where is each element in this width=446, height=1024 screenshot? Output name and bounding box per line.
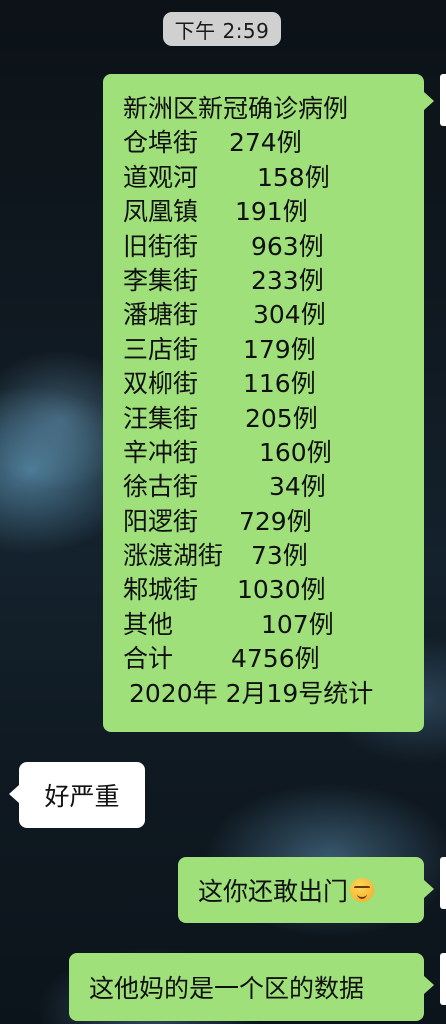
- stats-row: 李集街 233例: [123, 265, 324, 295]
- timestamp-pill: 下午 2:59: [163, 12, 281, 46]
- stats-row: 辛冲街 160例: [123, 437, 332, 467]
- bubble-tail: [424, 976, 434, 994]
- stats-row: 道观河 158例: [123, 162, 330, 192]
- message-text: 这你还敢出门: [198, 877, 349, 906]
- sender-avatar[interactable]: [440, 953, 446, 1005]
- stats-row: 邾城街 1030例: [123, 575, 326, 605]
- stats-row: 凤凰镇 191例: [123, 197, 308, 227]
- timestamp-text: 下午 2:59: [174, 18, 270, 43]
- bubble-tail: [424, 92, 434, 110]
- stats-row: 三店街 179例: [123, 334, 316, 364]
- sender-avatar[interactable]: [440, 857, 446, 909]
- stats-row: 仓埠街 274例: [123, 128, 302, 158]
- stats-row: 旧街街 963例: [123, 231, 324, 261]
- bubble-tail: [424, 880, 434, 898]
- stats-row: 合计 4756例: [123, 644, 320, 674]
- stats-row: 其他 107例: [123, 609, 334, 639]
- stats-row: 涨渡湖街 73例: [123, 541, 308, 571]
- stats-message-bubble[interactable]: 新洲区新冠确诊病例 仓埠街 274例 道观河 158例 凤凰镇 191例 旧街街 963…: [103, 74, 424, 732]
- sent-message-bubble[interactable]: 这你还敢出门: [178, 857, 424, 923]
- sender-avatar[interactable]: [440, 74, 446, 126]
- stats-row: 阳逻街 729例: [123, 506, 312, 536]
- stats-row: 潘塘街 304例: [123, 300, 326, 330]
- message-text: 好严重: [44, 782, 120, 811]
- stats-row: 汪集街 205例: [123, 403, 318, 433]
- message-text: 这他妈的是一个区的数据: [89, 974, 365, 1003]
- bubble-tail: [9, 785, 19, 803]
- smirk-emoji-icon: [350, 878, 375, 902]
- stats-date: 2020年 2月19号统计: [129, 678, 374, 708]
- sent-message-bubble[interactable]: 这他妈的是一个区的数据: [69, 953, 424, 1021]
- stats-row: 徐古街 34例: [123, 472, 326, 502]
- stats-title: 新洲区新冠确诊病例: [123, 94, 349, 123]
- stats-row: 双柳街 116例: [123, 369, 316, 399]
- received-message-bubble[interactable]: 好严重: [19, 762, 145, 828]
